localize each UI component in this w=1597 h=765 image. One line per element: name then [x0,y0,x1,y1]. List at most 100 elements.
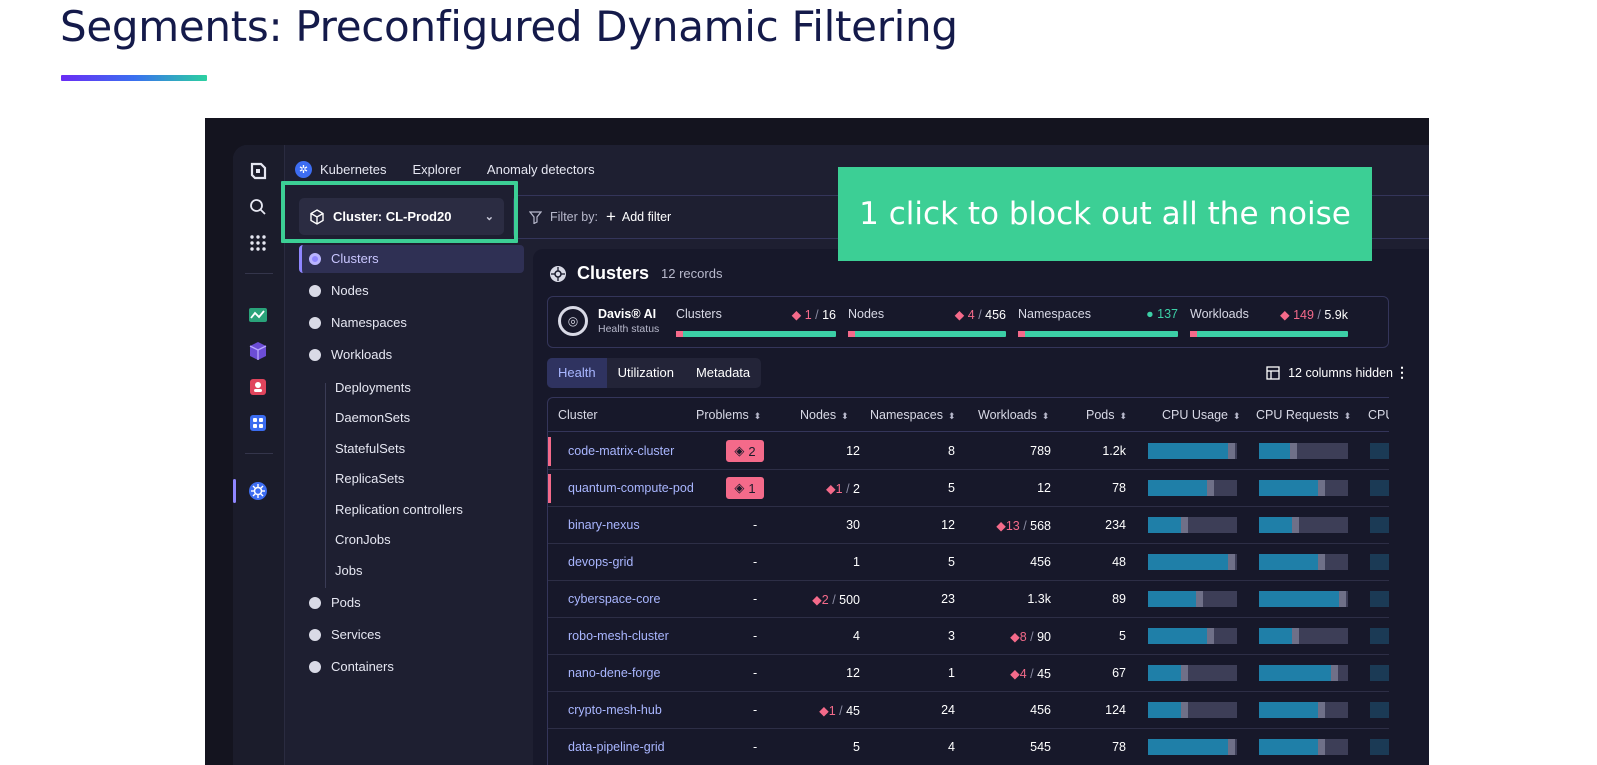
more-options-icon[interactable]: ⋮ [1395,364,1409,381]
cpu-usage-bar [1148,702,1237,718]
cpu-usage-bar [1148,554,1237,570]
column-header-label: Pods [1086,408,1115,422]
nav-item-namespaces[interactable]: Namespaces [309,315,407,330]
nav-item-cronjobs[interactable]: CronJobs [335,532,391,547]
app-red-icon[interactable] [246,375,270,399]
workloads-value: 1.3k [1027,592,1051,606]
add-filter-button[interactable]: + Add filter [606,208,671,225]
problem-diamond-icon: ◆ [791,308,805,322]
davis-title: Davis® AI [598,307,657,321]
cluster-link[interactable]: nano-dene-forge [568,666,660,680]
table-row[interactable]: cyberspace-core - ◆2 / 500 23 1.3k 89 [548,581,1389,618]
nav-label: DaemonSets [335,410,411,425]
nav-item-deployments[interactable]: Deployments [335,380,411,395]
tab-anomaly-detectors[interactable]: Anomaly detectors [487,162,595,177]
davis-ai-icon: ◎ [558,306,588,336]
table-row[interactable]: robo-mesh-cluster - 4 3 ◆8 / 90 5 [548,618,1389,655]
nav-label: Clusters [331,251,379,266]
cluster-link[interactable]: code-matrix-cluster [568,444,674,458]
column-header[interactable]: Cluster [558,408,598,422]
health-separator: / [1313,308,1325,322]
tab-kubernetes[interactable]: ✲ Kubernetes [295,160,387,178]
table-row[interactable]: code-matrix-cluster ◈ 2 12 8 789 1.2k [548,433,1389,470]
nodes-value: 5 [853,740,860,754]
nav-item-daemonsets[interactable]: DaemonSets [335,410,410,425]
cluster-link[interactable]: robo-mesh-cluster [568,629,669,643]
nav-item-containers[interactable]: Containers [309,659,394,674]
cluster-link[interactable]: quantum-compute-pod [568,481,694,495]
health-bar-problem-segment [1018,331,1025,337]
namespaces-icon [309,316,321,329]
table-row[interactable]: data-pipeline-grid -5 4 545 78 [548,729,1389,765]
nav-item-replicasets[interactable]: ReplicaSets [335,471,404,486]
tab-utilization[interactable]: Utilization [607,358,685,388]
app-green-icon[interactable] [246,303,270,327]
davis-ai: ◎ Davis® AI Health status [558,306,659,336]
cluster-link[interactable]: cyberspace-core [568,592,660,606]
nav-item-pods[interactable]: Pods [309,595,361,610]
nav-item-statefulsets[interactable]: StatefulSets [335,441,405,456]
problem-diamond-icon: ◆ [826,482,836,496]
search-icon[interactable] [246,195,270,219]
cluster-link[interactable]: data-pipeline-grid [568,740,665,754]
column-header[interactable]: CPU Requests ⬍ [1256,408,1351,422]
nav-item-nodes[interactable]: Nodes [309,283,369,298]
columns-hidden-button[interactable]: 12 columns hidden [1266,366,1393,380]
health-metric-value: ● 137 [1146,307,1178,321]
dynatrace-logo-icon[interactable] [246,159,270,183]
kubernetes-icon[interactable] [246,479,270,503]
problems-count: 1 [748,480,756,496]
column-header[interactable]: Workloads ⬍ [978,408,1049,422]
tab-health[interactable]: Health [547,358,607,388]
problem-diamond-icon: ◆ [996,519,1006,533]
pods-cell: 1.2k [1102,444,1126,458]
problems-badge[interactable]: ◈ 2 [726,440,764,462]
table-row[interactable]: binary-nexus - 30 12 ◆13 / 568 234 [548,507,1389,544]
cluster-wheel-icon [550,265,566,282]
table-row[interactable]: devops-grid - 1 5 456 48 [548,544,1389,581]
cpu-usage-bar [1148,443,1237,459]
column-header[interactable]: Problems ⬍ [696,408,761,422]
health-total: 456 [985,308,1006,322]
table-row[interactable]: crypto-mesh-hub - ◆1 / 45 24 456 124 [548,692,1389,729]
nav-item-replication-controllers[interactable]: Replication controllers [335,502,463,517]
cluster-link[interactable]: binary-nexus [568,518,640,532]
nodes-cell: 12 [846,444,860,458]
cpu-extra-bar [1370,702,1389,718]
problems-empty: - [753,555,758,569]
column-header[interactable]: CPU [1368,408,1389,422]
tab-metadata[interactable]: Metadata [685,358,761,388]
bar-end [1318,554,1325,570]
workloads-cell: 545 [1030,740,1051,754]
bar-fill [1259,702,1318,718]
problems-empty: - [753,629,758,643]
problems-badge[interactable]: ◈ 1 [726,477,764,499]
cluster-link[interactable]: crypto-mesh-hub [568,703,662,717]
column-header[interactable]: CPU Usage ⬍ [1162,408,1241,422]
tab-explorer[interactable]: Explorer [413,162,461,177]
slide-title: Segments: Preconfigured Dynamic Filterin… [60,2,958,51]
app-purple-icon[interactable] [246,339,270,363]
cluster-link[interactable]: devops-grid [568,555,633,569]
table-row[interactable]: quantum-compute-pod ◈ 1 ◆1 / 2 5 12 78 [548,470,1389,507]
nav-item-clusters[interactable]: Clusters [309,251,379,266]
sort-icon: ⬍ [1119,411,1128,421]
problem-icon: ◈ [734,480,745,495]
nav-item-workloads[interactable]: Workloads [309,347,392,362]
bar-fill [1259,480,1318,496]
table-row[interactable]: nano-dene-forge - 12 1 ◆4 / 45 67 [548,655,1389,692]
column-header[interactable]: Namespaces ⬍ [870,408,956,422]
health-bar [1018,331,1178,337]
column-header[interactable]: Pods ⬍ [1086,408,1127,422]
health-problems: 4 [967,308,975,322]
health-metric: Namespaces ● 137 [1018,307,1178,337]
nav-item-jobs[interactable]: Jobs [335,563,362,578]
pods-icon [309,596,321,609]
panel-title-text: Clusters [577,263,650,283]
app-blue-icon[interactable] [246,411,270,435]
cpu-usage-bar [1148,591,1237,607]
problems-empty: - [753,740,758,754]
column-header[interactable]: Nodes ⬍ [800,408,849,422]
apps-grid-icon[interactable] [246,231,270,255]
nav-item-services[interactable]: Services [309,627,381,642]
